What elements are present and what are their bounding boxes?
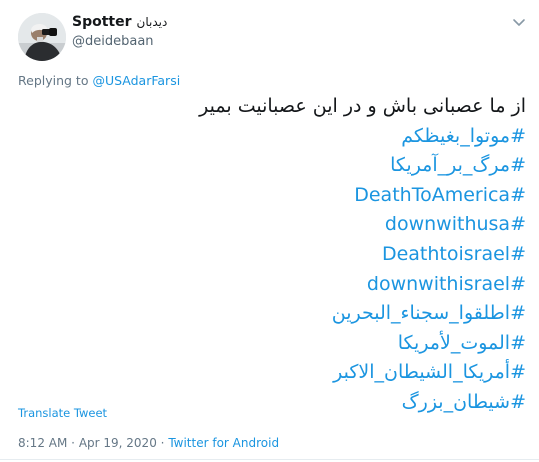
tweet-body-text: از ما عصبانی باش و در این عصبانیت بمیر <box>199 95 526 117</box>
translate-tweet-link[interactable]: Translate Tweet <box>18 406 107 420</box>
tweet-meta: 8:12 AM · Apr 19, 2020 · Twitter for And… <box>18 436 279 450</box>
replying-to: Replying to @USAdarFarsi <box>18 73 180 88</box>
hashtag-link[interactable]: #اطلقوا_سجناء_البحرين <box>332 302 526 324</box>
author-name[interactable]: Spotter دیدبان <box>72 14 167 30</box>
divider <box>0 459 539 460</box>
tweet-text: از ما عصبانی باش و در این عصبانیت بمیر #… <box>21 92 526 418</box>
replying-to-prefix: Replying to <box>18 73 89 88</box>
hashtag-link[interactable]: #DeathToAmerica <box>354 184 526 206</box>
hashtag-link[interactable]: #موتوا_بغيظكم <box>401 125 526 147</box>
hashtag-link[interactable]: #شیطان_بزرگ <box>402 391 526 413</box>
avatar[interactable] <box>18 13 66 61</box>
author-name-farsi: دیدبان <box>136 15 168 29</box>
tweet-date[interactable]: Apr 19, 2020 <box>79 436 157 450</box>
hashtag-link[interactable]: #downwithusa <box>385 213 526 235</box>
author-name-latin: Spotter <box>72 14 132 30</box>
meta-separator: · <box>160 436 165 450</box>
hashtag-link[interactable]: #أمريكا_الشيطان_الاكبر <box>333 361 526 383</box>
profile-photo <box>18 13 66 61</box>
hashtag-link[interactable]: #Deathtoisrael <box>382 243 526 265</box>
reply-mention-link[interactable]: @USAdarFarsi <box>92 73 180 88</box>
tweet-time[interactable]: 8:12 AM <box>18 436 67 450</box>
meta-separator: · <box>71 436 75 450</box>
tweet-source-link[interactable]: Twitter for Android <box>168 436 279 450</box>
author-handle[interactable]: @deidebaan <box>72 34 154 49</box>
hashtag-link[interactable]: #downwithisrael <box>367 273 526 295</box>
hashtag-link[interactable]: #الموت_لأمريكا <box>398 332 526 354</box>
hashtag-link[interactable]: #مرگ_بر_آمریکا <box>390 154 526 176</box>
chevron-down-icon[interactable] <box>511 14 527 30</box>
